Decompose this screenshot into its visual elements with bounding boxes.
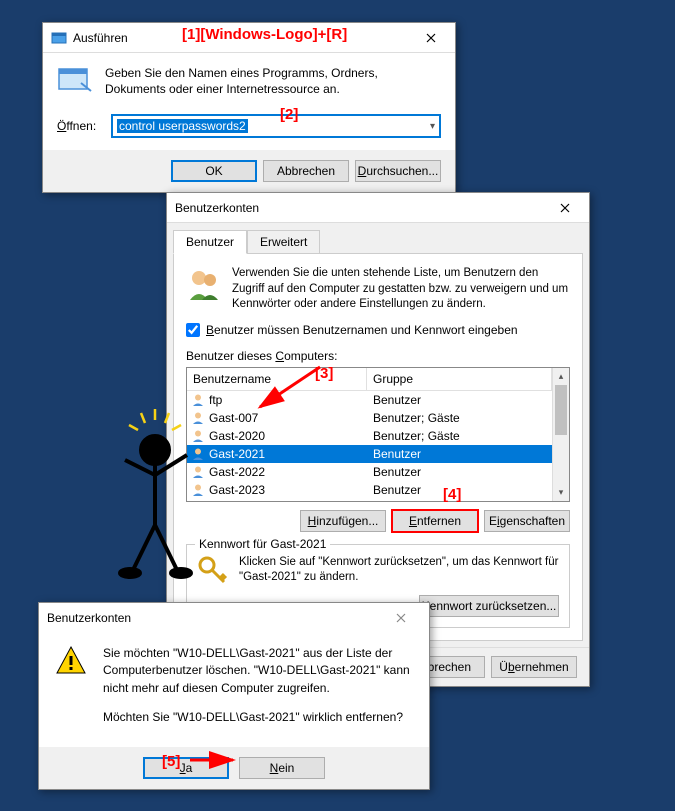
checkbox-label: Benutzer müssen Benutzernamen und Kennwo… bbox=[206, 323, 518, 337]
user-icon bbox=[191, 447, 205, 461]
run-browse-button[interactable]: Durchsuchen... bbox=[355, 160, 441, 182]
scroll-thumb[interactable] bbox=[555, 385, 567, 435]
list-header: Benutzername Gruppe bbox=[187, 368, 552, 391]
run-description: Geben Sie den Namen eines Programms, Ord… bbox=[105, 65, 441, 100]
close-icon bbox=[396, 613, 406, 623]
run-titlebar: Ausführen bbox=[43, 23, 455, 53]
col-username[interactable]: Benutzername bbox=[187, 368, 367, 390]
add-user-button[interactable]: Hinzufügen... bbox=[300, 510, 386, 532]
close-icon bbox=[560, 203, 570, 213]
run-program-icon bbox=[57, 65, 93, 100]
remove-user-button[interactable]: Entfernen bbox=[392, 510, 478, 532]
list-item[interactable]: Gast-2020 Benutzer; Gäste bbox=[187, 427, 552, 445]
confirm-titlebar: Benutzerkonten bbox=[39, 603, 429, 633]
properties-button[interactable]: Eigenschaften bbox=[484, 510, 570, 532]
scroll-down-icon[interactable]: ▾ bbox=[553, 484, 569, 501]
user-icon bbox=[191, 465, 205, 479]
warning-icon bbox=[55, 645, 87, 677]
checkbox-input[interactable] bbox=[186, 323, 200, 337]
users-icon bbox=[186, 266, 222, 302]
run-ok-button[interactable]: OK bbox=[171, 160, 257, 182]
run-command-input[interactable]: control userpasswords2 ▾ bbox=[111, 114, 441, 138]
list-item-selected[interactable]: Gast-2021 Benutzer bbox=[187, 445, 552, 463]
ua-list-label: Benutzer dieses Computers: bbox=[186, 349, 570, 363]
user-icon bbox=[191, 483, 205, 497]
ua-tabs: Benutzer Erweitert bbox=[167, 223, 589, 253]
dropdown-arrow-icon[interactable]: ▾ bbox=[430, 121, 435, 132]
run-icon bbox=[51, 30, 67, 46]
list-item[interactable]: ftp Benutzer bbox=[187, 391, 552, 409]
col-group[interactable]: Gruppe bbox=[367, 368, 552, 390]
confirm-close-button[interactable] bbox=[381, 604, 421, 632]
run-open-label: Öffnen: bbox=[57, 119, 103, 133]
run-title: Ausführen bbox=[73, 31, 408, 45]
ua-intro-text: Verwenden Sie die unten stehende Liste, … bbox=[232, 266, 570, 313]
ua-title: Benutzerkonten bbox=[175, 201, 542, 215]
ua-user-list[interactable]: Benutzername Gruppe ftp Benutzer Gast-00… bbox=[186, 367, 570, 502]
run-cancel-button[interactable]: Abbrechen bbox=[263, 160, 349, 182]
password-text: Klicken Sie auf "Kennwort zurücksetzen",… bbox=[239, 555, 559, 586]
reset-password-button[interactable]: Kennwort zurücksetzen... bbox=[419, 595, 559, 617]
user-icon bbox=[191, 429, 205, 443]
user-icon bbox=[191, 393, 205, 407]
confirm-text: Sie möchten "W10-DELL\Gast-2021" aus der… bbox=[103, 645, 413, 739]
password-group-title: Kennwort für Gast-2021 bbox=[195, 537, 330, 551]
scrollbar[interactable]: ▴ ▾ bbox=[552, 368, 569, 501]
run-command-text: control userpasswords2 bbox=[117, 119, 248, 133]
user-icon bbox=[191, 411, 205, 425]
ua-close-button[interactable] bbox=[542, 194, 587, 222]
close-icon bbox=[426, 33, 436, 43]
confirm-title-text: Benutzerkonten bbox=[47, 611, 131, 625]
tab-users[interactable]: Benutzer bbox=[173, 230, 247, 254]
confirm-yes-button[interactable]: Ja bbox=[143, 757, 229, 779]
list-item[interactable]: Gast-2023 Benutzer bbox=[187, 481, 552, 499]
scroll-track[interactable] bbox=[553, 385, 569, 484]
ua-require-password-checkbox[interactable]: Benutzer müssen Benutzernamen und Kennwo… bbox=[186, 323, 570, 337]
tab-advanced[interactable]: Erweitert bbox=[247, 230, 320, 254]
run-dialog: Ausführen Geben Sie den Namen eines Prog… bbox=[42, 22, 456, 193]
key-icon bbox=[197, 555, 229, 587]
list-item[interactable]: Gast-007 Benutzer; Gäste bbox=[187, 409, 552, 427]
scroll-up-icon[interactable]: ▴ bbox=[553, 368, 569, 385]
ua-apply-button[interactable]: Übernehmen bbox=[491, 656, 577, 678]
list-item[interactable]: Gast-2022 Benutzer bbox=[187, 463, 552, 481]
ua-titlebar: Benutzerkonten bbox=[167, 193, 589, 223]
confirm-no-button[interactable]: Nein bbox=[239, 757, 325, 779]
confirm-dialog: Benutzerkonten Sie möchten "W10-DELL\Gas… bbox=[38, 602, 430, 790]
run-close-button[interactable] bbox=[408, 24, 453, 52]
